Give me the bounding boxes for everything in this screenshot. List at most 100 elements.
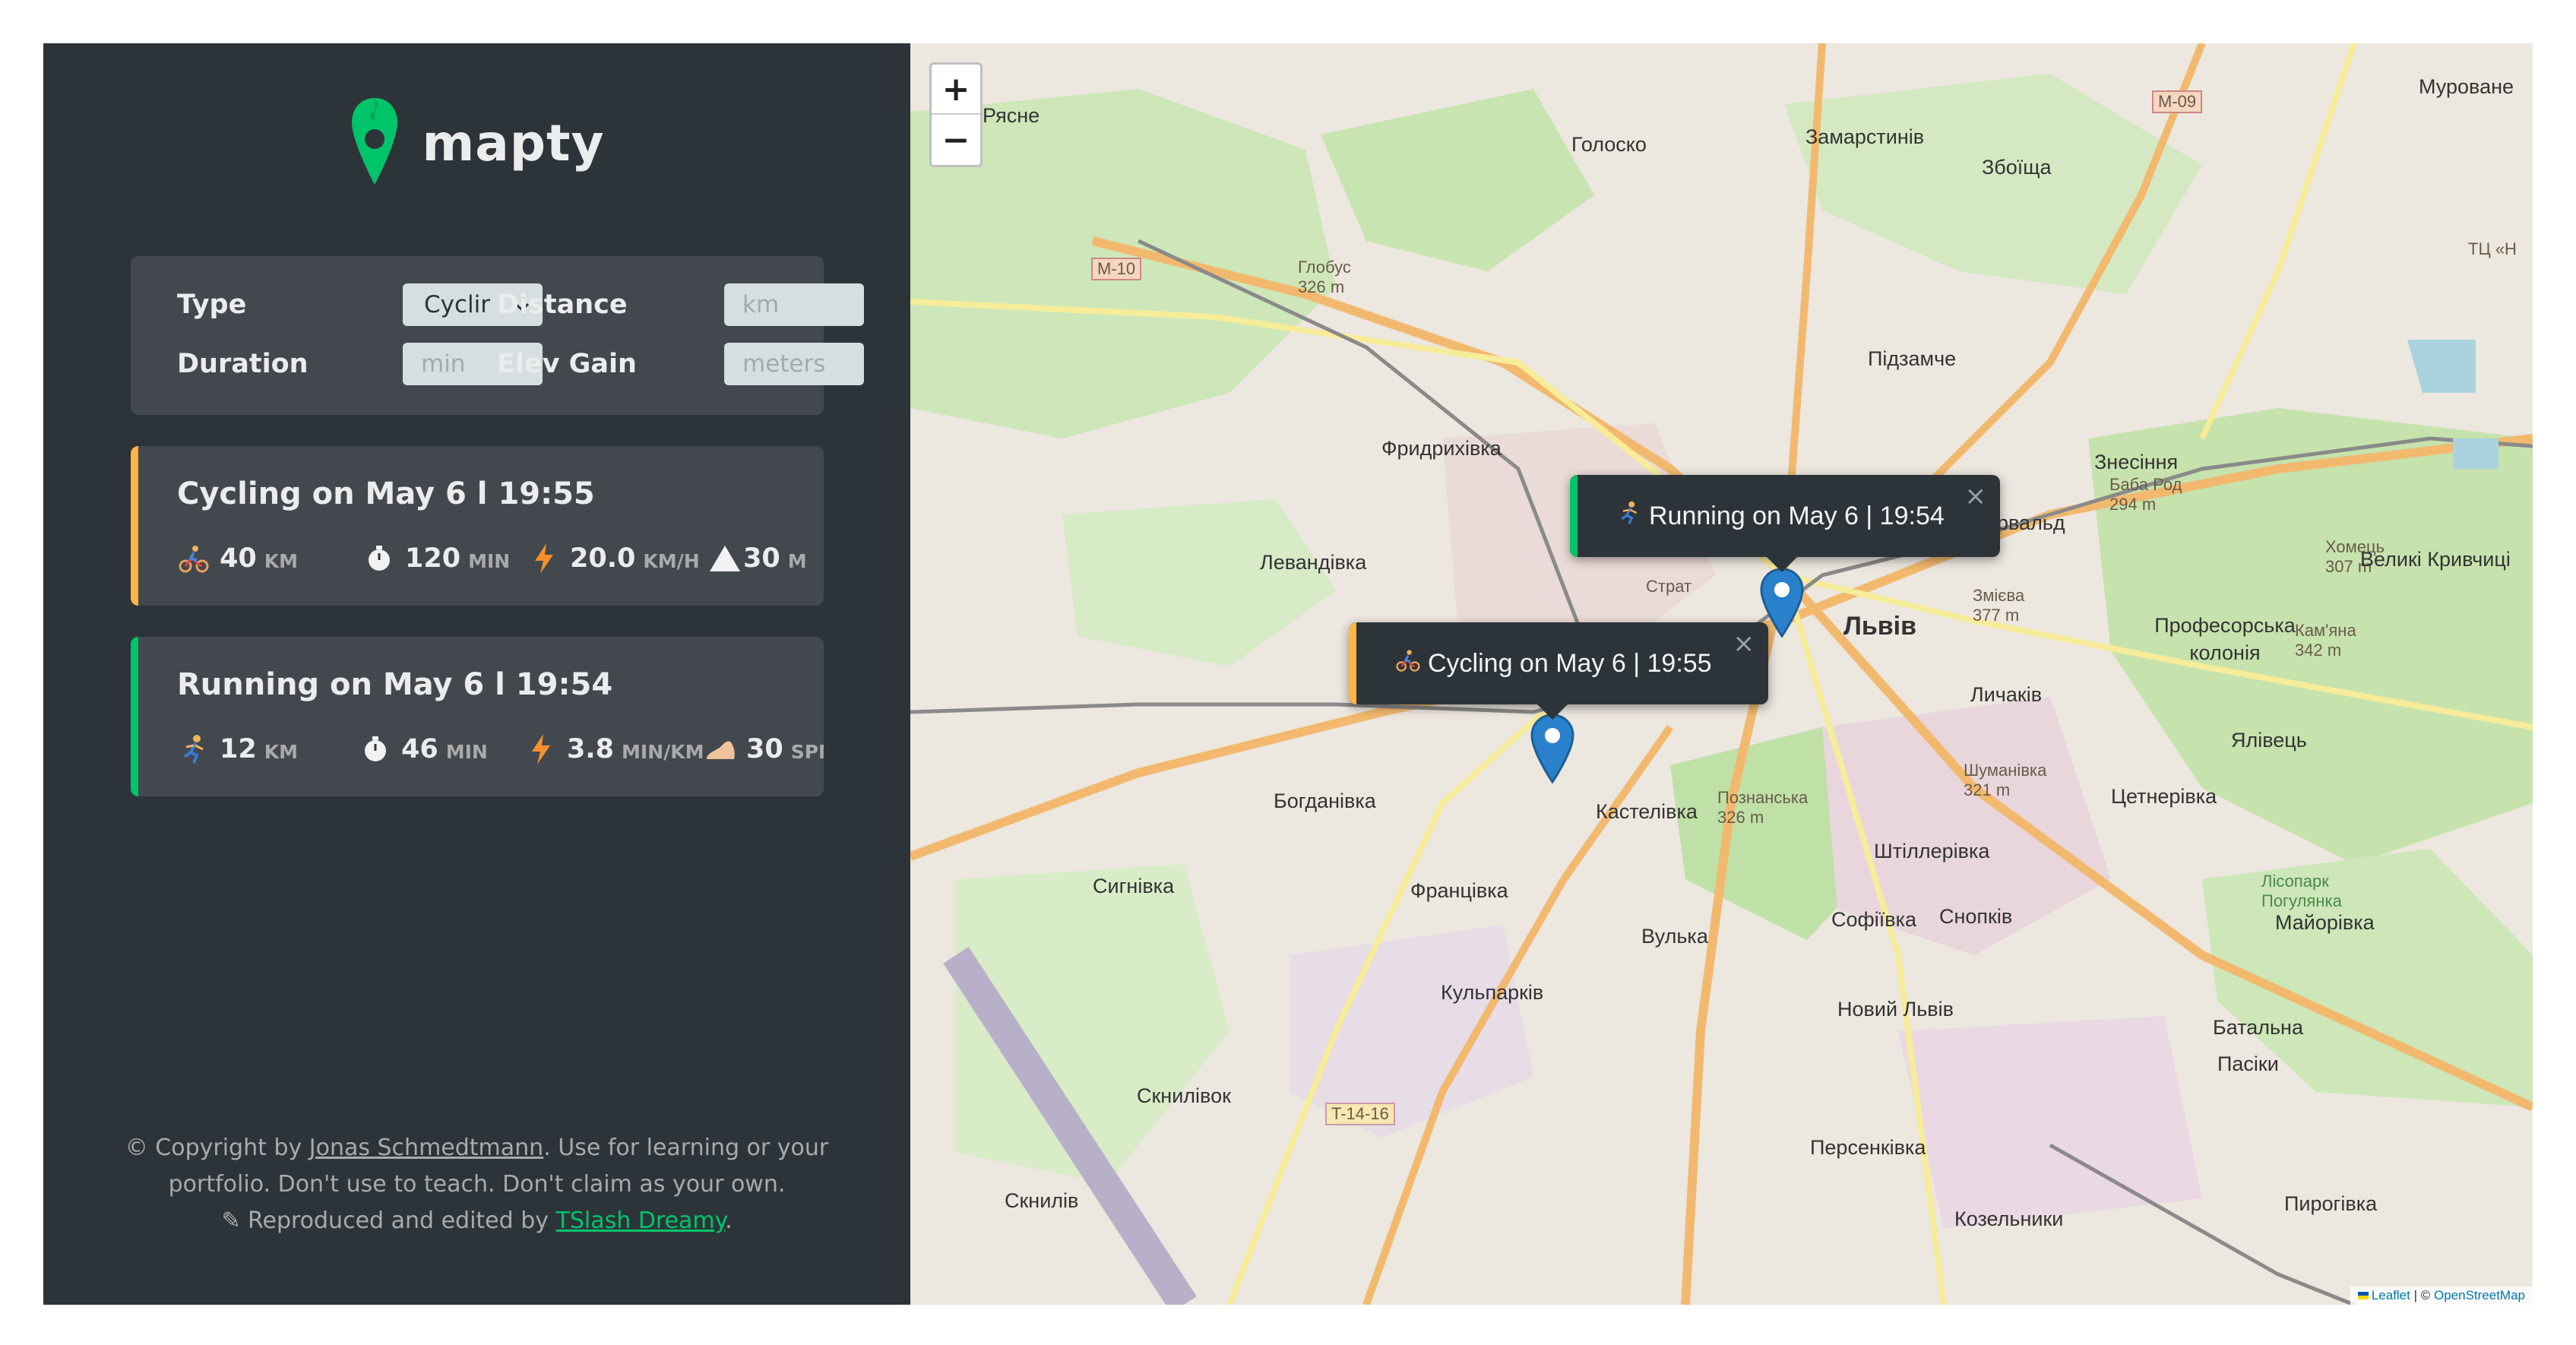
osm-link[interactable]: OpenStreetMap: [2434, 1288, 2525, 1302]
place-label: Страт: [1646, 577, 1692, 596]
popup-close-button[interactable]: ×: [1733, 628, 1755, 659]
stopwatch-icon: [362, 542, 396, 575]
editor-link[interactable]: TSlash Dreamy: [556, 1207, 726, 1234]
stat-value: 30: [743, 543, 780, 574]
lightning-icon: [527, 542, 561, 575]
zoom-out-button[interactable]: −: [932, 115, 980, 165]
popup-close-button[interactable]: ×: [1965, 481, 1987, 511]
workout-title: Running on May 6 l 19:54: [177, 667, 613, 702]
stat-unit: KM/H: [643, 549, 700, 572]
place-label: Муроване: [2419, 75, 2514, 98]
place-label: Ялівець: [2231, 729, 2307, 752]
place-label: Баба Род 294 m: [2109, 475, 2182, 514]
workout-stat-speed: 20.0 KM/H: [527, 542, 700, 575]
place-label: Великі Кривчиці: [2360, 548, 2511, 571]
place-label: Персенківка: [1810, 1136, 1926, 1159]
cycling-popup-bar: [1349, 622, 1356, 704]
road-shield: M-10: [1091, 258, 1142, 280]
sidebar: mapty Type Cyclir Distance km Duration m…: [43, 43, 910, 1305]
cycling-color-bar: [131, 446, 138, 606]
cycling-popup[interactable]: Cycling on May 6 | 19:55 ×: [1349, 622, 1768, 704]
place-label: Кастелівка: [1596, 800, 1698, 823]
workout-stat-duration: 120 MIN: [362, 542, 510, 575]
duration-placeholder: min: [421, 350, 466, 378]
place-label: Снопків: [1939, 905, 2013, 928]
zoom-control: + −: [929, 62, 983, 167]
place-label: Батальна: [2213, 1016, 2303, 1039]
running-popup[interactable]: Running on May 6 | 19:54 ×: [1570, 475, 2000, 557]
stat-value: 46: [401, 734, 438, 764]
popup-text: Running on May 6 | 19:54: [1649, 501, 1945, 530]
place-label: Лісопарк Погулянка: [2261, 872, 2342, 910]
copyright-line-3: ✎ Reproduced and edited by TSlash Dreamy…: [43, 1203, 910, 1239]
cyclist-icon: [177, 542, 210, 575]
duration-label: Duration: [177, 349, 309, 379]
place-label: Глобус 326 m: [1298, 258, 1351, 296]
place-label: Левандівка: [1260, 551, 1367, 574]
stat-value: 12: [220, 734, 257, 764]
map-marker-cycling[interactable]: [1530, 714, 1574, 787]
place-label: Софіївка: [1831, 908, 1916, 931]
running-color-bar: [131, 637, 138, 796]
place-label: Францівка: [1410, 879, 1508, 902]
zoom-in-button[interactable]: +: [932, 65, 980, 115]
place-label: Пирогівка: [2284, 1192, 2378, 1215]
popup-tip: [1537, 704, 1568, 720]
place-label: ТЦ «Н: [2468, 239, 2517, 258]
mountain-icon: [708, 542, 742, 575]
stat-value: 3.8: [567, 734, 615, 764]
runner-icon: [177, 733, 210, 766]
stopwatch-icon: [359, 733, 392, 766]
type-label: Type: [177, 290, 247, 320]
place-label: Цетнерівка: [2111, 785, 2217, 808]
running-popup-bar: [1570, 475, 1578, 557]
distance-label: Distance: [497, 290, 628, 320]
lightning-icon: [524, 733, 558, 766]
edited-by-suffix: .: [725, 1207, 733, 1234]
elev-gain-input[interactable]: meters: [724, 343, 864, 385]
place-label: Підзамче: [1868, 347, 1957, 370]
road-shield: T-14-16: [1325, 1103, 1395, 1125]
workout-form: Type Cyclir Distance km Duration min Ele…: [131, 256, 864, 415]
place-label: рвальд: [1997, 511, 2065, 534]
elev-gain-label: Elev Gain: [497, 349, 637, 379]
place-label: Штіллерівка: [1874, 840, 1990, 862]
place-label: Замарстинів: [1805, 125, 1925, 148]
stat-unit: M: [787, 549, 807, 572]
stat-unit: SPM: [790, 740, 824, 763]
place-label: Знесіння: [2094, 451, 2179, 473]
stat-unit: KM: [264, 549, 298, 572]
place-label: Змієва 377 m: [1973, 586, 2025, 625]
copyright: © Copyright by Jonas Schmedtmann. Use fo…: [43, 1130, 910, 1239]
distance-input[interactable]: km: [724, 283, 864, 326]
stat-value: 40: [220, 543, 257, 574]
type-select-value: Cyclir: [424, 291, 491, 318]
road-shield: M-09: [2152, 90, 2203, 113]
ukraine-flag-icon: [2357, 1292, 2369, 1299]
popup-content: Running on May 6 | 19:54: [1617, 501, 1945, 532]
map-pin-logo-icon: [349, 95, 400, 191]
map[interactable]: Рясне Голоско Замарстинів Збоїща Мурован…: [910, 43, 2533, 1305]
workout-card-cycling[interactable]: Cycling on May 6 l 19:55 40 KM 120 MIN 2…: [131, 446, 824, 606]
author-link[interactable]: Jonas Schmedtmann: [309, 1135, 543, 1161]
stat-value: 30: [746, 734, 783, 764]
place-label: Пасіки: [2217, 1052, 2279, 1075]
stat-value: 120: [405, 543, 461, 574]
popup-tip: [1767, 557, 1797, 572]
logo: mapty: [43, 95, 910, 191]
place-label: Голоско: [1571, 133, 1647, 156]
map-attribution: Leaflet | © OpenStreetMap: [2350, 1286, 2533, 1305]
place-label: Фридрихівка: [1381, 437, 1502, 460]
workout-card-running[interactable]: Running on May 6 l 19:54 12 KM 46 MIN 3.…: [131, 637, 824, 796]
place-label: Личаків: [1970, 683, 2043, 706]
leaflet-link[interactable]: Leaflet: [2372, 1288, 2410, 1302]
copyright-line-1: © Copyright by Jonas Schmedtmann. Use fo…: [43, 1130, 910, 1166]
copyright-line-2: portfolio. Don't use to teach. Don't cla…: [168, 1171, 786, 1198]
popup-content: Cycling on May 6 | 19:55: [1396, 648, 1712, 679]
elev-gain-placeholder: meters: [742, 350, 826, 378]
workout-stat-cadence: 30 SPM: [704, 733, 824, 766]
attribution-separator: | ©: [2410, 1288, 2434, 1302]
place-label: Професорська колонія: [2154, 614, 2296, 664]
footprint-icon: [704, 733, 737, 766]
stat-unit: KM: [264, 740, 298, 763]
